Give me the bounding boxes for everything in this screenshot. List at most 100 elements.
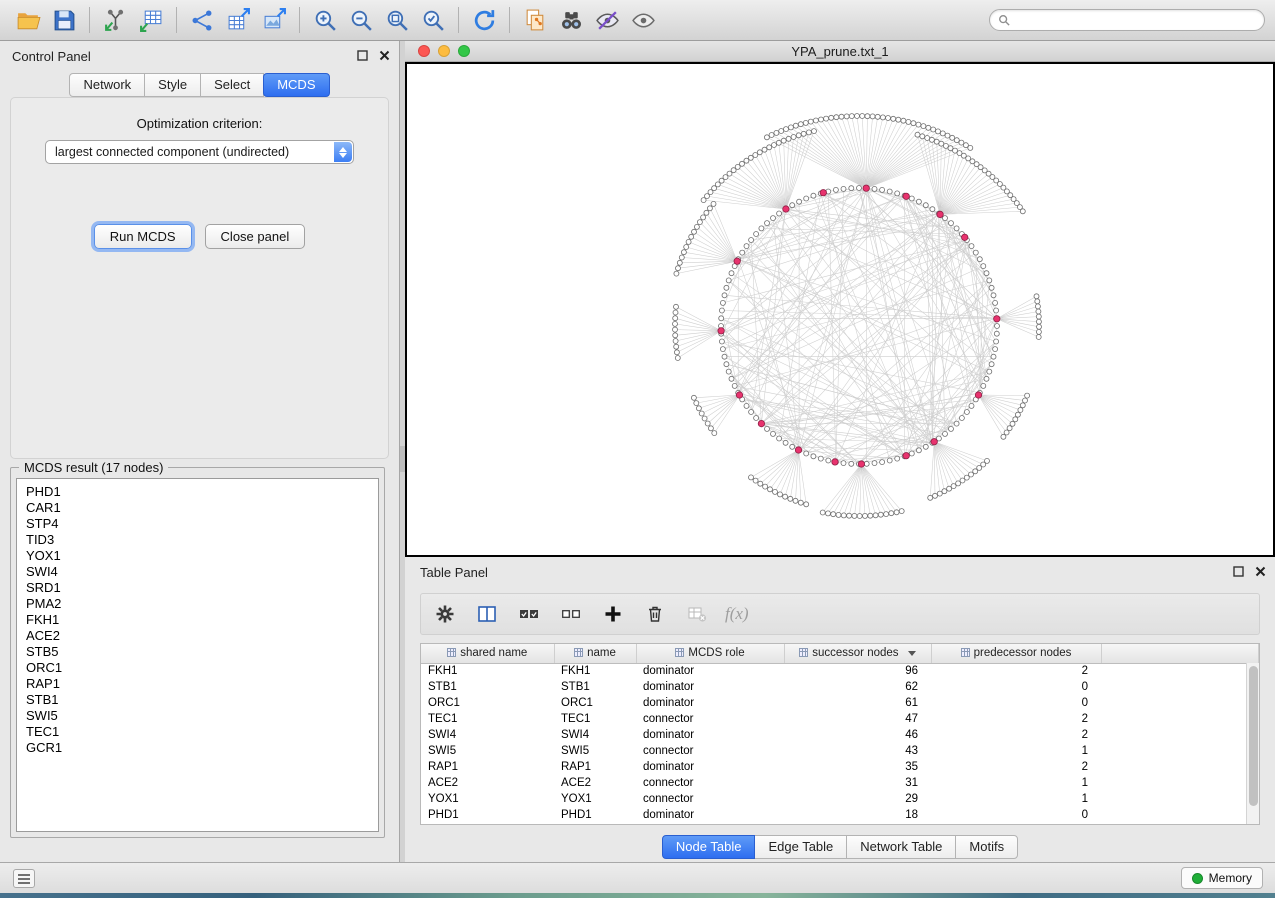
refresh-icon[interactable]: [466, 4, 502, 36]
export-table-icon[interactable]: [220, 4, 256, 36]
float-panel-icon[interactable]: [1231, 564, 1245, 578]
table-row[interactable]: TEC1TEC1connector472: [421, 711, 1259, 727]
table-cell: SWI4: [421, 727, 554, 743]
search-input[interactable]: [989, 9, 1265, 31]
table-cell: SWI5: [421, 743, 554, 759]
network-canvas[interactable]: [405, 62, 1275, 557]
table-cell: 29: [784, 791, 931, 807]
criterion-select[interactable]: largest connected component (undirected): [45, 140, 354, 164]
clone-network-icon[interactable]: [517, 4, 553, 36]
unselect-all-icon[interactable]: [557, 600, 585, 628]
table-row[interactable]: RAP1RAP1dominator352: [421, 759, 1259, 775]
result-item[interactable]: SWI4: [26, 564, 369, 580]
scrollbar-thumb[interactable]: [1249, 666, 1258, 806]
tab-motifs[interactable]: Motifs: [955, 835, 1018, 859]
result-item[interactable]: PHD1: [26, 484, 369, 500]
import-table-icon[interactable]: [133, 4, 169, 36]
toggle-visibility-icon[interactable]: [589, 4, 625, 36]
float-panel-icon[interactable]: [355, 48, 369, 62]
table-cell: 1: [931, 775, 1101, 791]
table-scrollbar[interactable]: [1246, 663, 1259, 824]
close-panel-icon[interactable]: [1253, 564, 1267, 578]
table-cell: 43: [784, 743, 931, 759]
column-header-name[interactable]: name: [554, 644, 636, 663]
column-header-shared-name[interactable]: shared name: [421, 644, 554, 663]
table-cell: STB1: [421, 679, 554, 695]
table-cell: dominator: [636, 807, 784, 823]
table-row[interactable]: SWI4SWI4dominator462: [421, 727, 1259, 743]
run-mcds-button[interactable]: Run MCDS: [94, 224, 192, 249]
mcds-result-list[interactable]: PHD1CAR1STP4TID3YOX1SWI4SRD1PMA2FKH1ACE2…: [16, 478, 379, 832]
table-row[interactable]: SWI5SWI5connector431: [421, 743, 1259, 759]
result-item[interactable]: ORC1: [26, 660, 369, 676]
eye-icon[interactable]: [625, 4, 661, 36]
zoom-in-icon[interactable]: [307, 4, 343, 36]
save-icon[interactable]: [46, 4, 82, 36]
function-builder-icon[interactable]: f(x): [725, 604, 749, 624]
export-network-icon[interactable]: [184, 4, 220, 36]
result-item[interactable]: SWI5: [26, 708, 369, 724]
result-item[interactable]: YOX1: [26, 548, 369, 564]
binoculars-search-icon[interactable]: [553, 4, 589, 36]
optimization-criterion-label: Optimization criterion:: [11, 116, 388, 131]
result-item[interactable]: RAP1: [26, 676, 369, 692]
result-item[interactable]: PMA2: [26, 596, 369, 612]
table-row[interactable]: PHD1PHD1dominator180: [421, 807, 1259, 823]
tab-network[interactable]: Network: [69, 73, 145, 97]
table-cell: 18: [784, 807, 931, 823]
select-all-icon[interactable]: [515, 600, 543, 628]
tab-node-table[interactable]: Node Table: [662, 835, 756, 859]
table-panel-title: Table Panel: [420, 565, 488, 580]
table-cell-filler: [1101, 679, 1259, 695]
result-item[interactable]: TID3: [26, 532, 369, 548]
open-folder-icon[interactable]: [10, 4, 46, 36]
result-item[interactable]: STP4: [26, 516, 369, 532]
table-cell: dominator: [636, 679, 784, 695]
table-row[interactable]: ORC1ORC1dominator610: [421, 695, 1259, 711]
tab-edge-table[interactable]: Edge Table: [754, 835, 847, 859]
tab-select[interactable]: Select: [200, 73, 264, 97]
add-column-icon[interactable]: [599, 600, 627, 628]
result-item[interactable]: STB5: [26, 644, 369, 660]
table-cell-filler: [1101, 711, 1259, 727]
table-row[interactable]: STB1STB1dominator620: [421, 679, 1259, 695]
result-item[interactable]: FKH1: [26, 612, 369, 628]
column-header-mcds-role[interactable]: MCDS role: [636, 644, 784, 663]
result-item[interactable]: GCR1: [26, 740, 369, 756]
chevron-down-icon[interactable]: [908, 647, 916, 659]
column-header-predecessor-nodes[interactable]: predecessor nodes: [931, 644, 1101, 663]
result-item[interactable]: STB1: [26, 692, 369, 708]
tab-mcds[interactable]: MCDS: [263, 73, 329, 97]
table-row[interactable]: YOX1YOX1connector291: [421, 791, 1259, 807]
table-cell: dominator: [636, 663, 784, 679]
close-panel-icon[interactable]: [377, 48, 391, 62]
delete-column-icon[interactable]: [641, 600, 669, 628]
table-cell-filler: [1101, 791, 1259, 807]
column-header-successor-nodes[interactable]: successor nodes: [784, 644, 931, 663]
panel-list-icon[interactable]: [13, 869, 35, 888]
tab-network-table[interactable]: Network Table: [846, 835, 956, 859]
table-row[interactable]: ACE2ACE2connector311: [421, 775, 1259, 791]
table-cell: 0: [931, 679, 1101, 695]
table-cell: 46: [784, 727, 931, 743]
export-image-icon[interactable]: [256, 4, 292, 36]
table-cell: 2: [931, 711, 1101, 727]
result-item[interactable]: CAR1: [26, 500, 369, 516]
tab-style[interactable]: Style: [144, 73, 201, 97]
close-panel-button[interactable]: Close panel: [205, 224, 306, 249]
import-network-icon[interactable]: [97, 4, 133, 36]
zoom-out-icon[interactable]: [343, 4, 379, 36]
zoom-fit-icon[interactable]: [379, 4, 415, 36]
show-columns-icon[interactable]: [473, 600, 501, 628]
table-settings-gear-icon[interactable]: [431, 600, 459, 628]
result-item[interactable]: SRD1: [26, 580, 369, 596]
table-cell: connector: [636, 743, 784, 759]
result-item[interactable]: ACE2: [26, 628, 369, 644]
table-row[interactable]: FKH1FKH1dominator962: [421, 663, 1259, 679]
result-item[interactable]: TEC1: [26, 724, 369, 740]
table-cell: 62: [784, 679, 931, 695]
memory-button[interactable]: Memory: [1181, 867, 1263, 889]
search-field[interactable]: [1015, 13, 1256, 27]
network-window: YPA_prune.txt_1: [405, 41, 1275, 557]
zoom-selected-icon[interactable]: [415, 4, 451, 36]
